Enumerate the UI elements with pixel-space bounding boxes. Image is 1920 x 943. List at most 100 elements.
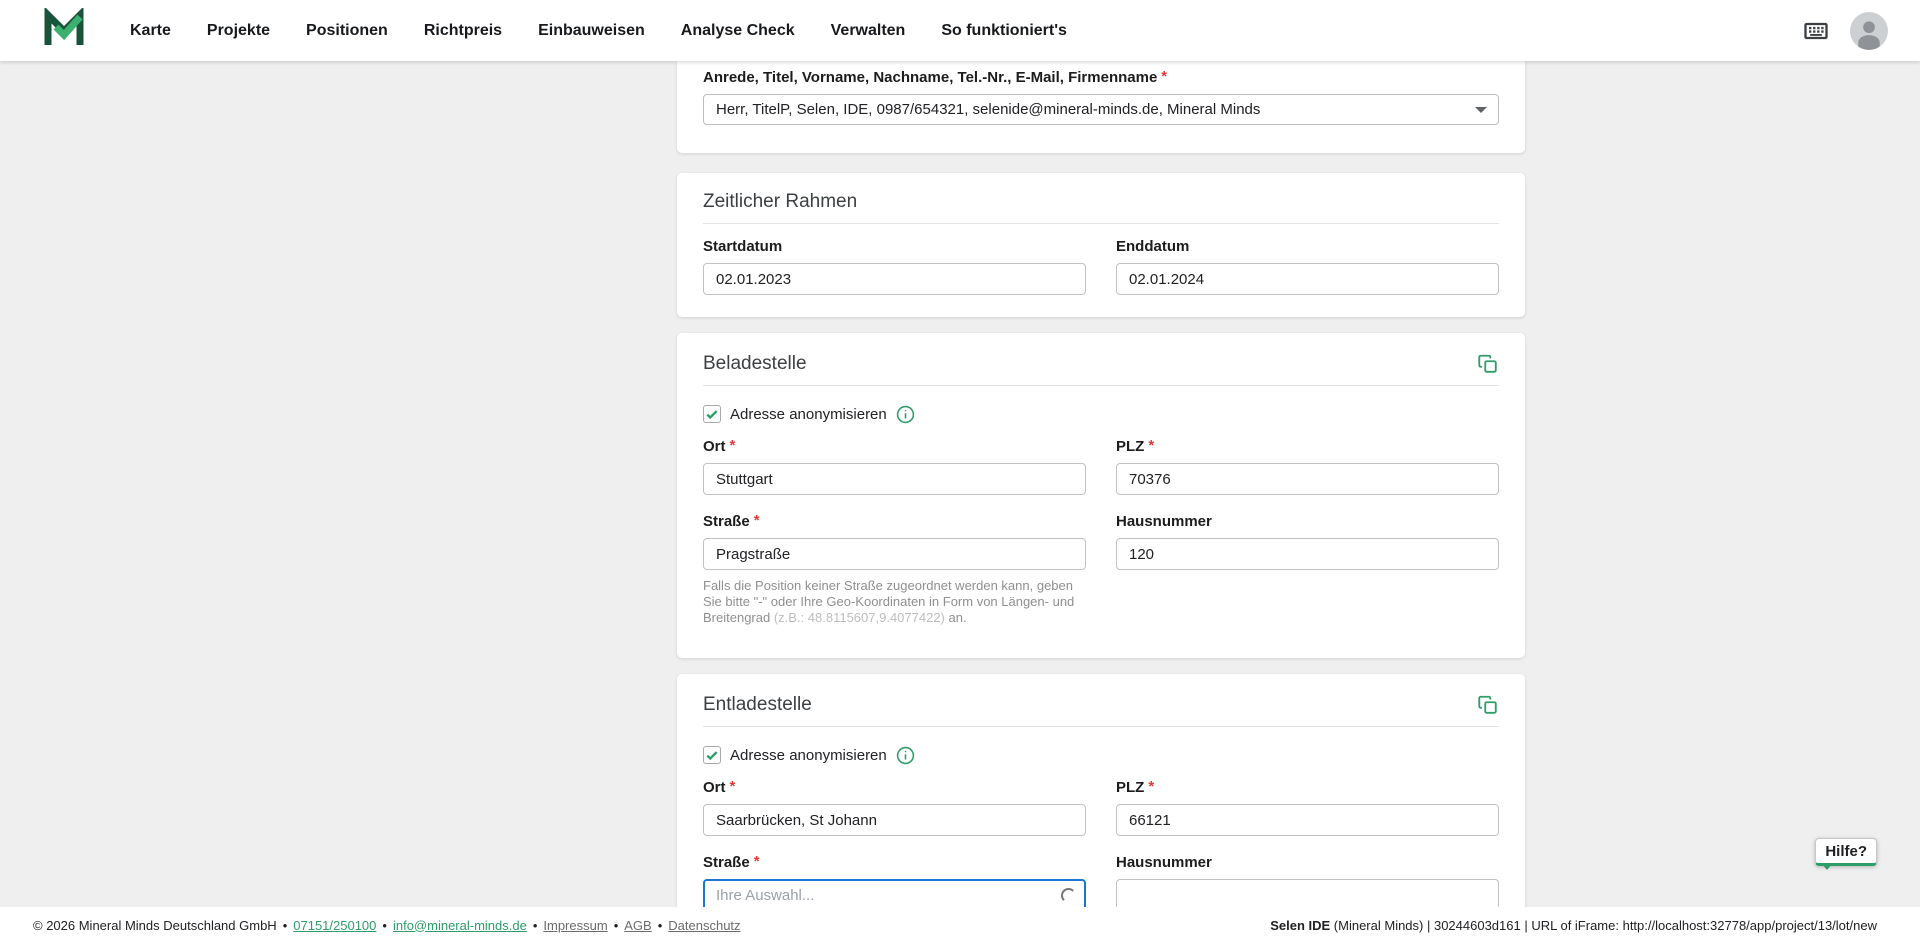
info-icon[interactable]: [896, 746, 915, 765]
hausnummer-field: Hausnummer: [1116, 854, 1499, 907]
nav-item-verwalten[interactable]: Verwalten: [831, 22, 906, 40]
divider: [703, 385, 1499, 386]
nav-item-einbauweisen[interactable]: Einbauweisen: [538, 22, 645, 40]
entladestelle-card: Entladestelle Adresse anonymisieren: [677, 674, 1525, 907]
contact-field-label-text: Anrede, Titel, Vorname, Nachname, Tel.-N…: [703, 69, 1157, 86]
hausnummer-input[interactable]: [1116, 879, 1499, 907]
required-mark: *: [730, 437, 736, 454]
nav-item-karte[interactable]: Karte: [130, 22, 171, 40]
divider: [703, 223, 1499, 224]
startdatum-label: Startdatum: [703, 238, 1086, 256]
agb-link[interactable]: AGB: [624, 918, 651, 933]
strasse-autocomplete-input[interactable]: [703, 879, 1086, 907]
top-navigation: Karte Projekte Positionen Richtpreis Ein…: [0, 0, 1920, 61]
page-content: Anrede, Titel, Vorname, Nachname, Tel.-N…: [0, 61, 1920, 907]
hausnummer-field: Hausnummer: [1116, 513, 1499, 570]
copy-icon[interactable]: [1477, 694, 1499, 716]
email-link[interactable]: info@mineral-minds.de: [393, 918, 527, 933]
copy-icon[interactable]: [1477, 353, 1499, 375]
anonymize-checkbox[interactable]: [703, 405, 721, 423]
nav-item-positionen[interactable]: Positionen: [306, 22, 388, 40]
page-footer: © 2026 Mineral Minds Deutschland GmbH • …: [0, 907, 1920, 943]
ort-field: Ort*: [703, 438, 1086, 495]
nav-item-analyse-check[interactable]: Analyse Check: [681, 22, 795, 40]
separator: •: [283, 918, 288, 933]
plz-field: PLZ*: [1116, 438, 1499, 495]
enddatum-input[interactable]: [1116, 263, 1499, 295]
plz-input[interactable]: [1116, 463, 1499, 495]
keyboard-icon[interactable]: [1802, 17, 1830, 45]
brand-logo-icon: [44, 8, 84, 53]
contact-select[interactable]: Herr, TitelP, Selen, IDE, 0987/654321, s…: [703, 94, 1499, 125]
separator: •: [614, 918, 619, 933]
session-info: Selen IDE (Mineral Minds) | 30244603d161…: [1270, 918, 1877, 933]
ort-label: Ort*: [703, 779, 1086, 797]
plz-label: PLZ*: [1116, 438, 1499, 456]
footer-left: © 2026 Mineral Minds Deutschland GmbH • …: [33, 918, 741, 933]
divider: [703, 726, 1499, 727]
ort-input[interactable]: [703, 463, 1086, 495]
copyright-text: © 2026 Mineral Minds Deutschland GmbH: [33, 918, 277, 933]
session-user: Selen IDE: [1270, 918, 1330, 933]
loading-spinner-icon: [1061, 888, 1076, 903]
hausnummer-label: Hausnummer: [1116, 854, 1499, 872]
required-mark: *: [1161, 68, 1167, 85]
nav-item-projekte[interactable]: Projekte: [207, 22, 270, 40]
anonymize-checkbox[interactable]: [703, 746, 721, 764]
strasse-field: Straße*: [703, 513, 1086, 570]
startdatum-field: Startdatum: [703, 238, 1086, 295]
startdatum-input[interactable]: [703, 263, 1086, 295]
nav-item-so-funktionierts[interactable]: So funktioniert's: [941, 22, 1067, 40]
timeframe-card: Zeitlicher Rahmen Startdatum Enddatum: [677, 173, 1525, 317]
contact-select-value: Herr, TitelP, Selen, IDE, 0987/654321, s…: [716, 101, 1260, 118]
required-mark: *: [754, 853, 760, 870]
contact-field-label: Anrede, Titel, Vorname, Nachname, Tel.-N…: [703, 69, 1499, 87]
helper-example: (z.B.: 48.8115607,9.4077422): [774, 610, 945, 625]
contact-card: Anrede, Titel, Vorname, Nachname, Tel.-N…: [677, 61, 1525, 153]
user-avatar[interactable]: [1850, 12, 1888, 50]
required-mark: *: [1148, 778, 1154, 795]
plz-input[interactable]: [1116, 804, 1499, 836]
strasse-input[interactable]: [703, 538, 1086, 570]
ort-label: Ort*: [703, 438, 1086, 456]
anonymize-label: Adresse anonymisieren: [730, 747, 887, 764]
required-mark: *: [730, 778, 736, 795]
timeframe-title: Zeitlicher Rahmen: [703, 191, 1499, 213]
check-icon: [705, 748, 719, 762]
brand-logo[interactable]: [44, 8, 84, 53]
enddatum-label: Enddatum: [1116, 238, 1499, 256]
nav-item-richtpreis[interactable]: Richtpreis: [424, 22, 502, 40]
ort-field: Ort*: [703, 779, 1086, 836]
strasse-label: Straße*: [703, 513, 1086, 531]
form-column: Anrede, Titel, Vorname, Nachname, Tel.-N…: [677, 61, 1525, 907]
strasse-helper-text: Falls die Position keiner Straße zugeord…: [703, 578, 1086, 626]
separator: •: [382, 918, 387, 933]
strasse-field: Straße*: [703, 854, 1086, 907]
phone-link[interactable]: 07151/250100: [293, 918, 376, 933]
ort-input[interactable]: [703, 804, 1086, 836]
beladestelle-title: Beladestelle: [703, 353, 807, 375]
help-button[interactable]: Hilfe?: [1815, 838, 1877, 866]
anonymize-label: Adresse anonymisieren: [730, 406, 887, 423]
required-mark: *: [754, 512, 760, 529]
main-nav: Karte Projekte Positionen Richtpreis Ein…: [130, 22, 1067, 40]
beladestelle-card: Beladestelle Adresse anonymisieren: [677, 333, 1525, 658]
strasse-label: Straße*: [703, 854, 1086, 872]
plz-label: PLZ*: [1116, 779, 1499, 797]
chevron-down-icon: [1475, 107, 1487, 113]
session-details: (Mineral Minds) | 30244603d161 | URL of …: [1330, 918, 1877, 933]
nav-right-tools: [1802, 12, 1888, 50]
person-icon: [1850, 12, 1888, 50]
separator: •: [533, 918, 538, 933]
hausnummer-label: Hausnummer: [1116, 513, 1499, 531]
entladestelle-title: Entladestelle: [703, 694, 812, 716]
enddatum-field: Enddatum: [1116, 238, 1499, 295]
info-icon[interactable]: [896, 405, 915, 424]
hausnummer-input[interactable]: [1116, 538, 1499, 570]
datenschutz-link[interactable]: Datenschutz: [668, 918, 740, 933]
check-icon: [705, 407, 719, 421]
plz-field: PLZ*: [1116, 779, 1499, 836]
impressum-link[interactable]: Impressum: [543, 918, 607, 933]
separator: •: [658, 918, 663, 933]
required-mark: *: [1148, 437, 1154, 454]
